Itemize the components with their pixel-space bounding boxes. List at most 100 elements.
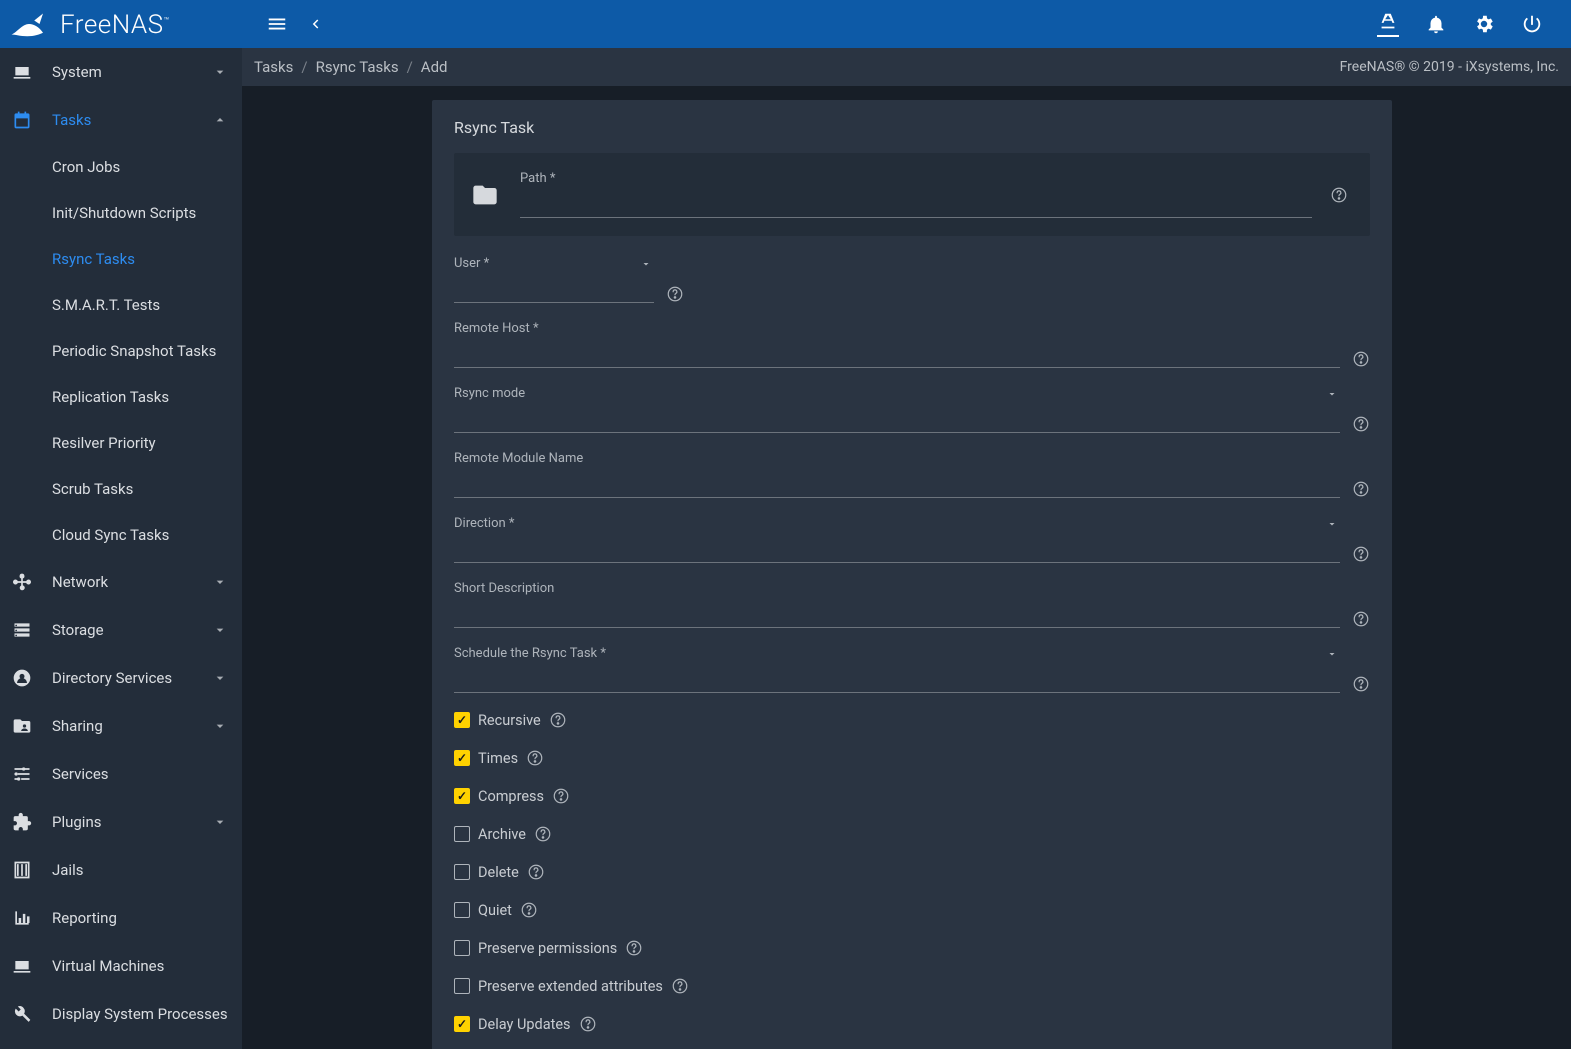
help-icon[interactable]	[1352, 415, 1370, 433]
chevron-up-icon	[212, 112, 228, 128]
checkbox-label: Times	[478, 750, 518, 767]
help-icon[interactable]	[579, 1015, 597, 1033]
sidebar-item-virtual-machines[interactable]: Virtual Machines	[0, 942, 242, 990]
checkbox-label: Delete	[478, 864, 519, 881]
help-icon[interactable]	[534, 825, 552, 843]
sidebar-item-storage[interactable]: Storage	[0, 606, 242, 654]
help-icon[interactable]	[1330, 186, 1348, 204]
chevron-down-icon	[212, 622, 228, 638]
sidebar-item-label: Storage	[52, 621, 194, 639]
help-icon[interactable]	[1352, 610, 1370, 628]
chevron-down-icon	[212, 718, 228, 734]
sidebar-item-jails[interactable]: Jails	[0, 846, 242, 894]
help-icon[interactable]	[1352, 350, 1370, 368]
help-icon[interactable]	[1352, 675, 1370, 693]
sidebar-subitem-resilver-priority[interactable]: Resilver Priority	[0, 420, 242, 466]
help-icon[interactable]	[1352, 480, 1370, 498]
sidebar-item-system[interactable]: System	[0, 48, 242, 96]
help-icon[interactable]	[520, 901, 538, 919]
checkbox-label: Quiet	[478, 902, 512, 919]
delete-checkbox[interactable]	[454, 864, 470, 880]
sidebar-item-label: Reporting	[52, 909, 228, 927]
help-icon[interactable]	[625, 939, 643, 957]
hub-icon	[10, 572, 34, 592]
format-icon	[1377, 11, 1399, 33]
preserve-permissions-checkbox[interactable]	[454, 940, 470, 956]
brand-text: FreeNAS™	[60, 10, 170, 40]
delay-updates-checkbox[interactable]	[454, 1016, 470, 1032]
sidebar-subitem-periodic-snapshot-tasks[interactable]: Periodic Snapshot Tasks	[0, 328, 242, 374]
sidebar-item-label: Sharing	[52, 717, 194, 735]
folder-shared-icon	[10, 716, 34, 736]
sidebar-subitem-cron-jobs[interactable]: Cron Jobs	[0, 144, 242, 190]
path-box: Path *	[454, 153, 1370, 236]
laptop-icon	[10, 956, 34, 976]
sidebar-subitem-replication-tasks[interactable]: Replication Tasks	[0, 374, 242, 420]
notifications-icon[interactable]	[1425, 13, 1447, 35]
times-checkbox[interactable]	[454, 750, 470, 766]
user-label: User *	[454, 256, 654, 271]
sidebar-subitem-cloud-sync-tasks[interactable]: Cloud Sync Tasks	[0, 512, 242, 558]
theme-button[interactable]	[1377, 11, 1399, 37]
sidebar-item-plugins[interactable]: Plugins	[0, 798, 242, 846]
checkbox-row-preserve-extended-attributes: Preserve extended attributes	[454, 977, 1370, 995]
sidebar-item-tasks[interactable]: Tasks	[0, 96, 242, 144]
sidebar-item-directory-services[interactable]: Directory Services	[0, 654, 242, 702]
help-icon[interactable]	[526, 749, 544, 767]
path-label: Path *	[520, 171, 1312, 186]
path-input[interactable]	[520, 190, 1312, 218]
sidebar-item-sharing[interactable]: Sharing	[0, 702, 242, 750]
rsync-mode-select[interactable]	[454, 405, 1340, 433]
menu-icon[interactable]	[266, 13, 288, 35]
extension-icon	[10, 812, 34, 832]
short-desc-input[interactable]	[454, 600, 1340, 628]
checkbox-row-times: Times	[454, 749, 1370, 767]
help-icon[interactable]	[1352, 545, 1370, 563]
sidebar-item-label: Tasks	[52, 111, 194, 129]
sidebar-item-label: Jails	[52, 861, 228, 879]
direction-select[interactable]	[454, 535, 1340, 563]
checkbox-row-quiet: Quiet	[454, 901, 1370, 919]
settings-icon[interactable]	[1473, 13, 1495, 35]
remote-module-label: Remote Module Name	[454, 451, 1340, 466]
help-icon[interactable]	[549, 711, 567, 729]
sidebar-collapse-icon[interactable]	[306, 15, 324, 33]
help-icon[interactable]	[671, 977, 689, 995]
calendar-icon	[10, 110, 34, 130]
sidebar-item-label: Services	[52, 765, 228, 783]
help-icon[interactable]	[666, 285, 684, 303]
compress-checkbox[interactable]	[454, 788, 470, 804]
power-icon[interactable]	[1521, 13, 1543, 35]
copyright: FreeNAS® © 2019 - iXsystems, Inc.	[1340, 59, 1559, 75]
sidebar-item-label: Network	[52, 573, 194, 591]
sidebar-item-services[interactable]: Services	[0, 750, 242, 798]
recursive-checkbox[interactable]	[454, 712, 470, 728]
archive-checkbox[interactable]	[454, 826, 470, 842]
sidebar-item-reporting[interactable]: Reporting	[0, 894, 242, 942]
checkbox-label: Archive	[478, 826, 526, 843]
checkbox-row-recursive: Recursive	[454, 711, 1370, 729]
breadcrumb-item[interactable]: Rsync Tasks	[316, 58, 399, 76]
sidebar-subitem-init-shutdown-scripts[interactable]: Init/Shutdown Scripts	[0, 190, 242, 236]
checkbox-row-delay-updates: Delay Updates	[454, 1015, 1370, 1033]
remote-module-input[interactable]	[454, 470, 1340, 498]
user-input[interactable]	[454, 275, 654, 303]
preserve-extended-attributes-checkbox[interactable]	[454, 978, 470, 994]
remote-host-label: Remote Host *	[454, 321, 1340, 336]
sidebar-subitem-rsync-tasks[interactable]: Rsync Tasks	[0, 236, 242, 282]
sidebar-subitem-s-m-a-r-t-tests[interactable]: S.M.A.R.T. Tests	[0, 282, 242, 328]
help-icon[interactable]	[527, 863, 545, 881]
quiet-checkbox[interactable]	[454, 902, 470, 918]
sidebar-item-label: Display System Processes	[52, 1005, 228, 1023]
topbar: FreeNAS™	[0, 0, 1571, 48]
schedule-select[interactable]	[454, 665, 1340, 693]
remote-host-input[interactable]	[454, 340, 1340, 368]
card-title: Rsync Task	[432, 100, 1392, 153]
breadcrumb-item[interactable]: Tasks	[254, 58, 293, 76]
help-icon[interactable]	[552, 787, 570, 805]
chevron-down-icon	[212, 574, 228, 590]
sidebar-item-network[interactable]: Network	[0, 558, 242, 606]
sidebar-item-display-system-processes[interactable]: Display System Processes	[0, 990, 242, 1038]
checkbox-label: Preserve permissions	[478, 940, 617, 957]
sidebar-subitem-scrub-tasks[interactable]: Scrub Tasks	[0, 466, 242, 512]
